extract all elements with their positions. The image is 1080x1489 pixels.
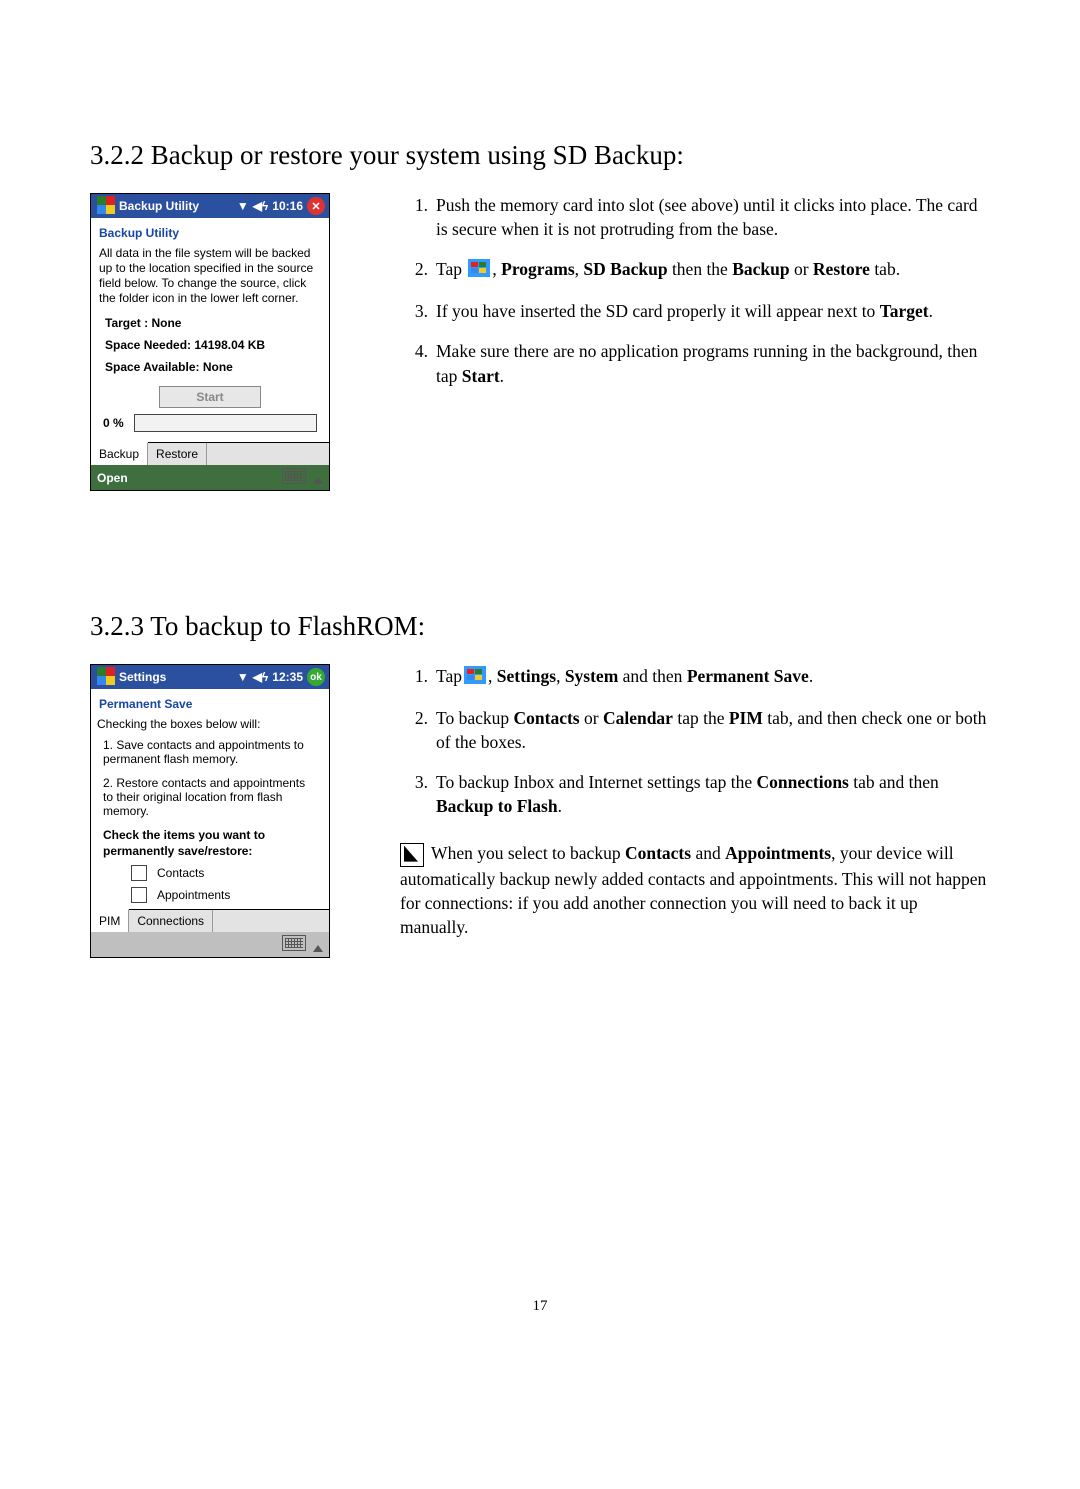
titlebar: Settings ▼ ◀ϟ 12:35 ok [91, 665, 329, 689]
tab-pim[interactable]: PIM [91, 909, 129, 932]
speaker-icon: ◀ϟ [253, 199, 269, 213]
progress-bar [134, 414, 317, 432]
ok-icon[interactable]: ok [307, 668, 325, 686]
keyboard-icon[interactable] [282, 935, 306, 951]
arrow-up-icon[interactable] [313, 945, 323, 952]
close-icon[interactable]: ✕ [307, 197, 325, 215]
tab-connections[interactable]: Connections [129, 910, 213, 932]
softkey-bar: Open [91, 465, 329, 490]
numbered-item-2: 2. Restore contacts and appointments to … [103, 776, 317, 818]
instruction-list-322: 1. Push the memory card into slot (see a… [400, 193, 990, 388]
title-text: Settings [117, 670, 237, 684]
tab-restore[interactable]: Restore [148, 443, 207, 465]
note-block: When you select to backup Contacts and A… [400, 841, 990, 939]
heading-323: 3.2.3 To backup to FlashROM: [90, 611, 990, 642]
note-icon [400, 843, 424, 867]
instruction-2: 2. Tap , Programs, SD Backup then the Ba… [400, 257, 990, 283]
speaker-icon: ◀ϟ [253, 670, 269, 684]
screenshot-permanent-save: Settings ▼ ◀ϟ 12:35 ok Permanent Save Ch… [90, 664, 330, 958]
check-heading: Check the items you want to permanently … [103, 828, 317, 859]
screenshot-backup-utility: Backup Utility ▼ ◀ϟ 10:16 ✕ Backup Utili… [90, 193, 330, 491]
page-number: 17 [90, 1298, 990, 1315]
clock: 10:16 [272, 199, 303, 213]
tab-bar: Backup Restore [91, 442, 329, 465]
instruction-1: 1. Tap, Settings, System and then Perman… [400, 664, 990, 690]
instruction-list-323: 1. Tap, Settings, System and then Perman… [400, 664, 990, 819]
instruction-3: 3. To backup Inbox and Internet settings… [400, 770, 990, 818]
heading-322: 3.2.2 Backup or restore your system usin… [90, 140, 990, 171]
section-backup-restore: 3.2.2 Backup or restore your system usin… [90, 140, 990, 491]
numbered-item-1: 1. Save contacts and appointments to per… [103, 738, 317, 766]
tab-bar: PIM Connections [91, 909, 329, 932]
instruction-3: 3. If you have inserted the SD card prop… [400, 299, 990, 323]
space-needed: Space Needed: 14198.04 KB [105, 338, 325, 352]
description: All data in the file system will be back… [99, 246, 321, 306]
instruction-2: 2. To backup Contacts or Calendar tap th… [400, 706, 990, 754]
start-icon [97, 196, 115, 217]
start-button[interactable]: Start [159, 386, 261, 408]
tab-backup[interactable]: Backup [91, 442, 148, 465]
sub-heading: Permanent Save [91, 689, 329, 717]
instruction-4: 4. Make sure there are no application pr… [400, 339, 990, 387]
clock: 12:35 [272, 670, 303, 684]
progress-text: 0 % [103, 416, 124, 430]
titlebar: Backup Utility ▼ ◀ϟ 10:16 ✕ [91, 194, 329, 218]
start-icon-inline [468, 259, 490, 283]
connectivity-icon: ▼ [237, 670, 249, 684]
arrow-up-icon[interactable] [313, 477, 323, 484]
sub-heading: Backup Utility [91, 218, 329, 246]
connectivity-icon: ▼ [237, 199, 249, 213]
checkbox-contacts[interactable]: Contacts [131, 865, 323, 881]
checkbox-appointments[interactable]: Appointments [131, 887, 323, 903]
section-flashrom: 3.2.3 To backup to FlashROM: Settings ▼ … [90, 611, 990, 958]
start-icon-inline [464, 666, 486, 690]
target-label: Target : None [105, 316, 325, 330]
checkbox-icon[interactable] [131, 865, 147, 881]
intro-line: Checking the boxes below will: [97, 717, 323, 732]
softkey-open[interactable]: Open [97, 471, 128, 485]
start-icon [97, 667, 115, 688]
instruction-1: 1. Push the memory card into slot (see a… [400, 193, 990, 241]
softkey-bar [91, 932, 329, 957]
title-text: Backup Utility [117, 199, 237, 213]
keyboard-icon[interactable] [282, 468, 306, 484]
checkbox-icon[interactable] [131, 887, 147, 903]
space-available: Space Available: None [105, 360, 325, 374]
